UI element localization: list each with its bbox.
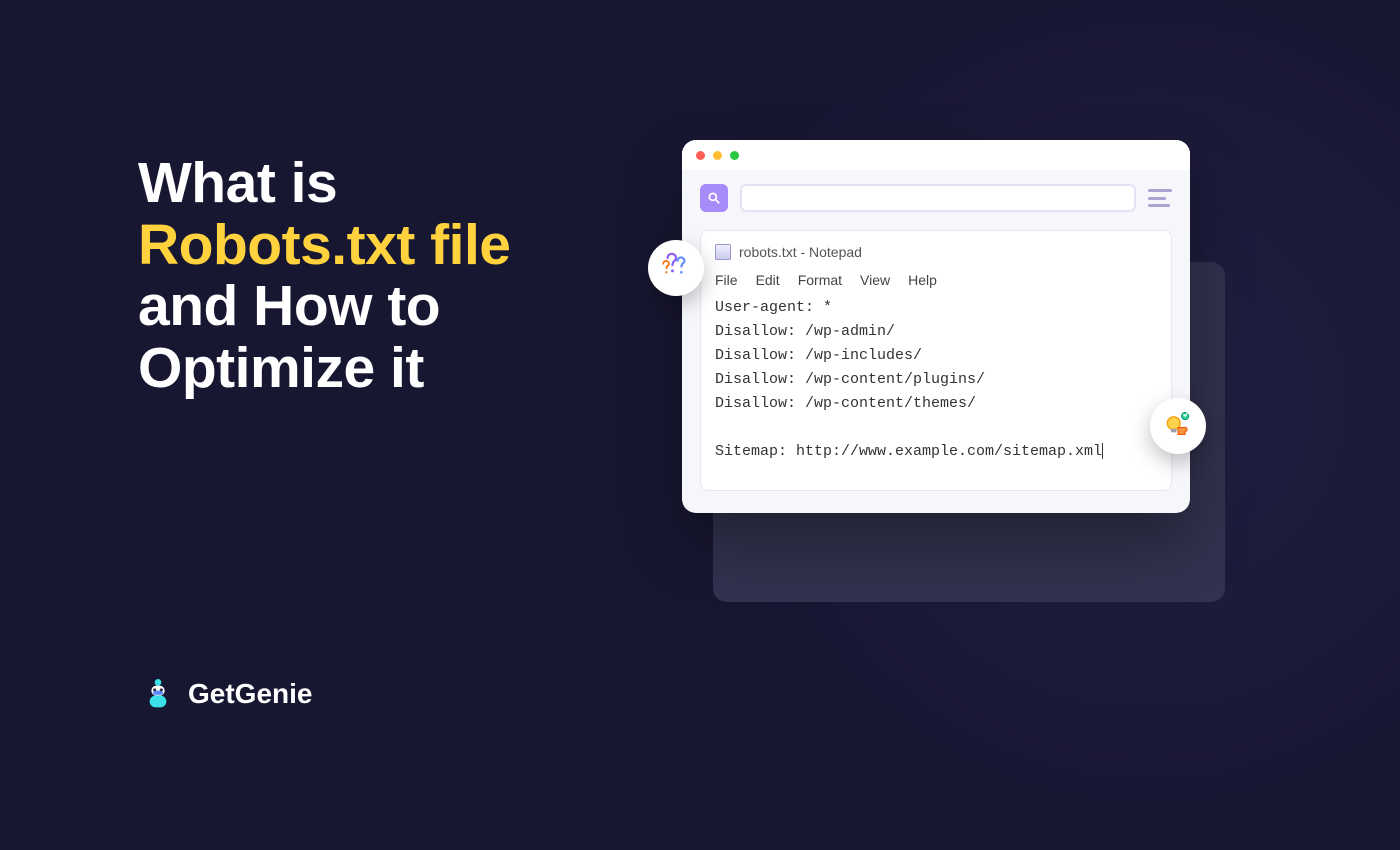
robots-line: Disallow: /wp-admin/ [715,320,1157,344]
notepad-title-text: robots.txt - Notepad [739,241,862,263]
menu-edit[interactable]: Edit [756,269,780,291]
menu-help[interactable]: Help [908,269,937,291]
address-bar[interactable] [740,184,1136,212]
genie-icon [138,674,178,714]
search-icon [707,191,721,205]
question-badge [648,240,704,296]
headline-accent: Robots.txt file [138,213,511,277]
browser-window: robots.txt - Notepad File Edit Format Vi… [682,140,1190,513]
page-headline: What is Robots.txt file and How to Optim… [138,153,598,399]
menu-view[interactable]: View [860,269,890,291]
robots-sitemap-line: Sitemap: http://www.example.com/sitemap.… [715,440,1157,464]
hamburger-menu-icon[interactable] [1148,189,1172,207]
brand-logo: GetGenie [138,674,312,714]
lightbulb-puzzle-icon [1161,409,1195,443]
robots-content: User-agent: * Disallow: /wp-admin/ Disal… [715,296,1157,464]
robots-line: Disallow: /wp-content/themes/ [715,392,1157,416]
menu-format[interactable]: Format [798,269,842,291]
notepad-menubar: File Edit Format View Help [715,269,1157,291]
robots-line: Disallow: /wp-includes/ [715,344,1157,368]
headline-line-3: and How to [138,274,440,338]
browser-toolbar [682,170,1190,222]
robots-line-blank [715,416,1157,440]
window-close-dot [696,151,705,160]
browser-titlebar [682,140,1190,170]
brand-name: GetGenie [188,678,312,710]
notepad-window: robots.txt - Notepad File Edit Format Vi… [700,230,1172,491]
headline-line-1: What is [138,151,337,215]
robots-line: Disallow: /wp-content/plugins/ [715,368,1157,392]
notepad-file-icon [715,244,731,260]
search-button[interactable] [700,184,728,212]
menu-file[interactable]: File [715,269,738,291]
robots-line: User-agent: * [715,296,1157,320]
notepad-titlebar: robots.txt - Notepad [715,241,1157,263]
window-minimize-dot [713,151,722,160]
idea-badge [1150,398,1206,454]
window-maximize-dot [730,151,739,160]
text-cursor [1102,443,1103,459]
headline-line-4: Optimize it [138,336,424,400]
question-marks-icon [659,251,693,285]
